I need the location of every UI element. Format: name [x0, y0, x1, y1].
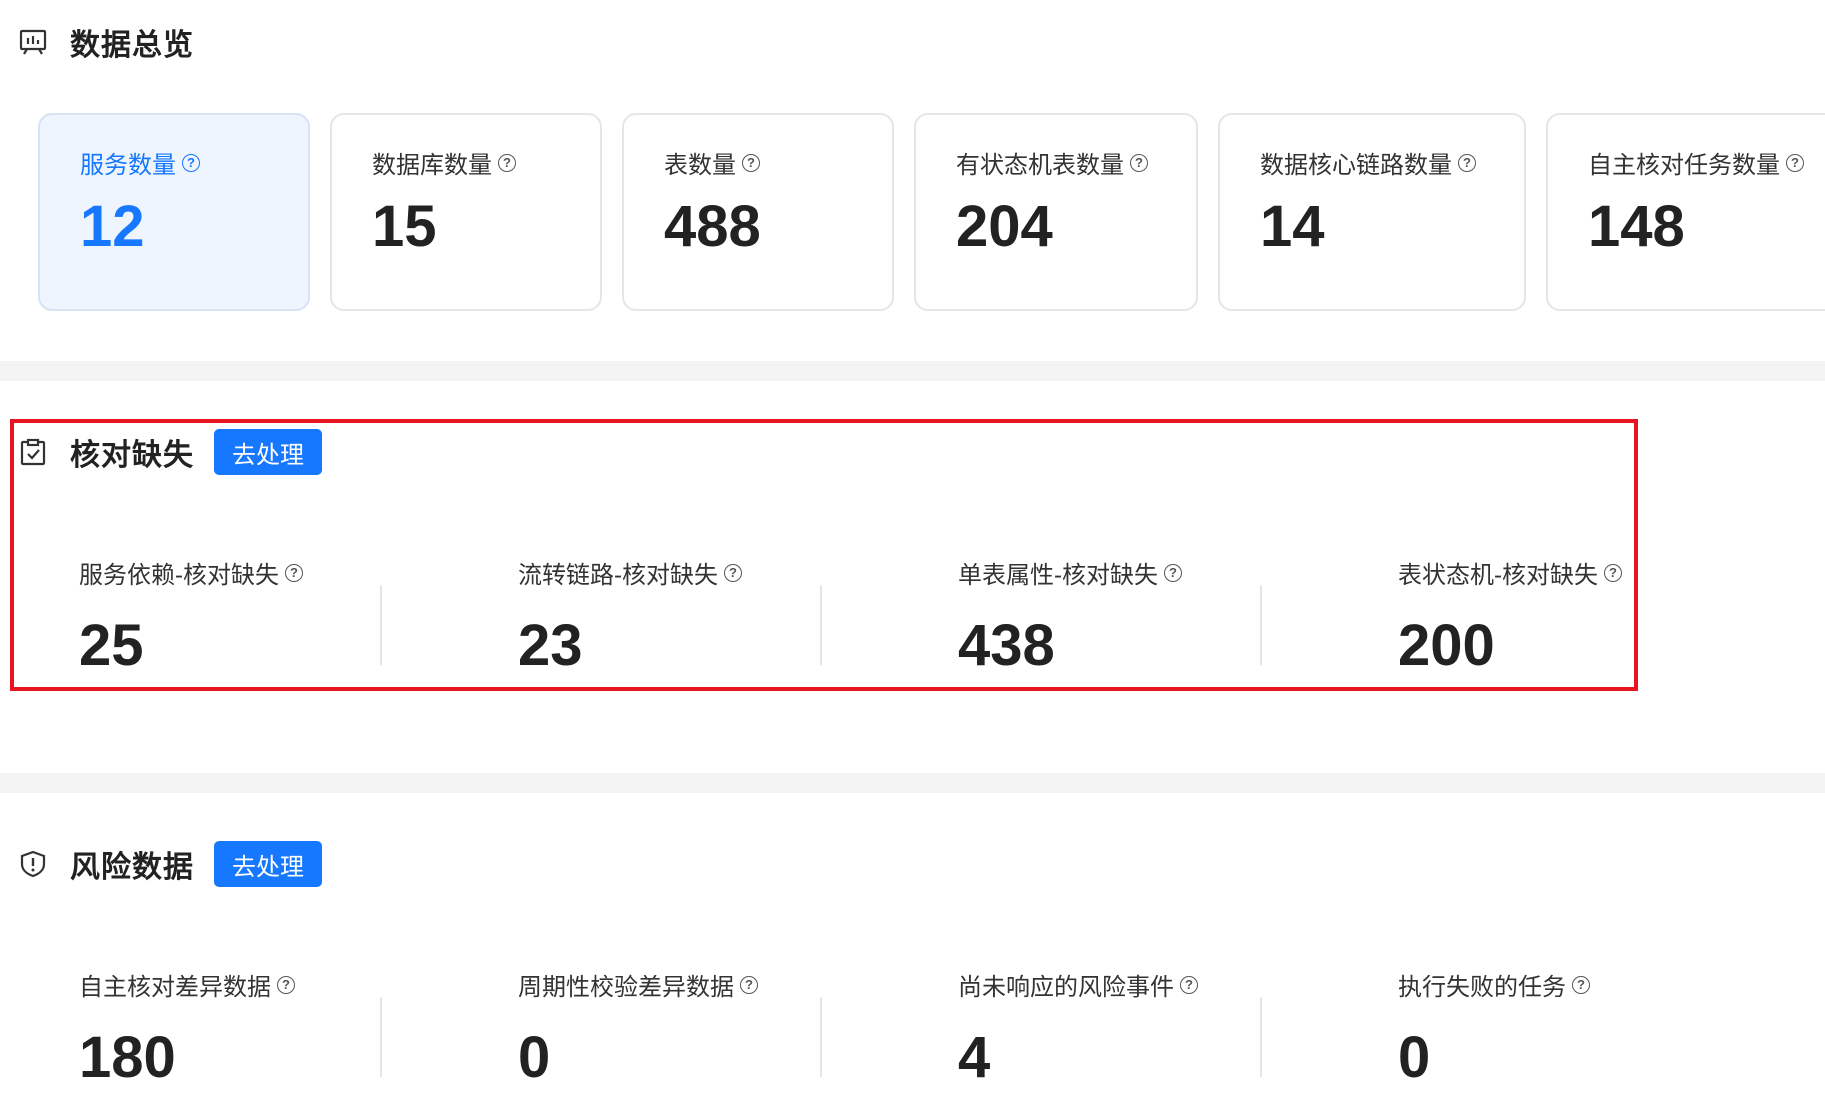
card-label: 表数量 ? — [664, 145, 760, 180]
help-icon[interactable]: ? — [1180, 975, 1198, 994]
missing-header: 核对缺失 去处理 — [18, 428, 322, 476]
stat-value: 180 — [79, 1025, 176, 1090]
stat-value: 0 — [1398, 1025, 1431, 1090]
stat-value: 200 — [1398, 613, 1495, 678]
card-label-text: 表数量 — [664, 152, 736, 179]
card-label: 服务数量 ? — [80, 145, 200, 180]
stat-label-text: 周期性校验差异数据 — [518, 974, 734, 1001]
help-icon[interactable]: ? — [277, 975, 295, 994]
risk-title: 风险数据 — [70, 851, 194, 884]
help-icon[interactable]: ? — [740, 975, 758, 994]
stat-label: 服务依赖-核对缺失 ? — [79, 555, 479, 590]
card-value: 488 — [664, 194, 761, 259]
card-state-machine-table-count[interactable]: 有状态机表数量 ? 204 — [914, 113, 1198, 311]
stat-label-text: 服务依赖-核对缺失 — [79, 562, 279, 589]
card-label: 数据库数量 ? — [372, 145, 516, 180]
card-value: 12 — [80, 194, 145, 259]
risk-process-button[interactable]: 去处理 — [214, 841, 322, 887]
card-value: 204 — [956, 194, 1053, 259]
card-service-count[interactable]: 服务数量 ? 12 — [38, 113, 310, 311]
help-icon[interactable]: ? — [742, 153, 760, 172]
stat-value: 4 — [958, 1025, 991, 1090]
shield-alert-icon — [18, 849, 48, 879]
stat-value: 0 — [518, 1025, 551, 1090]
stat-label: 自主核对差异数据 ? — [79, 967, 479, 1002]
stat-flow-link-missing[interactable]: 流转链路-核对缺失 ? 23 — [518, 555, 918, 679]
stat-table-state-machine-missing[interactable]: 表状态机-核对缺失 ? 200 — [1398, 555, 1798, 679]
help-icon[interactable]: ? — [724, 563, 742, 582]
card-self-check-task-count[interactable]: 自主核对任务数量 ? 148 — [1546, 113, 1825, 311]
card-value: 15 — [372, 194, 437, 259]
stat-self-check-diff[interactable]: 自主核对差异数据 ? 180 — [79, 967, 479, 1091]
stat-label: 流转链路-核对缺失 ? — [518, 555, 918, 590]
help-icon[interactable]: ? — [1786, 153, 1804, 172]
stat-divider — [820, 997, 822, 1077]
clipboard-check-icon — [18, 437, 48, 467]
card-label: 自主核对任务数量 ? — [1588, 145, 1804, 180]
section-divider — [0, 361, 1825, 381]
stat-divider — [380, 997, 382, 1077]
stat-label-text: 流转链路-核对缺失 — [518, 562, 718, 589]
stat-label: 周期性校验差异数据 ? — [518, 967, 918, 1002]
missing-title: 核对缺失 — [70, 439, 194, 472]
stat-divider — [380, 585, 382, 665]
stat-label-text: 单表属性-核对缺失 — [958, 562, 1158, 589]
stat-label-text: 表状态机-核对缺失 — [1398, 562, 1598, 589]
stat-value: 23 — [518, 613, 583, 678]
stat-unresponded-risk-events[interactable]: 尚未响应的风险事件 ? 4 — [958, 967, 1358, 1091]
card-table-count[interactable]: 表数量 ? 488 — [622, 113, 894, 311]
card-label-text: 有状态机表数量 — [956, 152, 1124, 179]
help-icon[interactable]: ? — [182, 153, 200, 172]
stat-divider — [820, 585, 822, 665]
overview-header: 数据总览 — [18, 18, 194, 66]
stat-label-text: 尚未响应的风险事件 — [958, 974, 1174, 1001]
stat-label: 表状态机-核对缺失 ? — [1398, 555, 1798, 590]
monitor-chart-icon — [18, 27, 48, 57]
stat-label-text: 自主核对差异数据 — [79, 974, 271, 1001]
help-icon[interactable]: ? — [498, 153, 516, 172]
stat-periodic-check-diff[interactable]: 周期性校验差异数据 ? 0 — [518, 967, 918, 1091]
stat-label-text: 执行失败的任务 — [1398, 974, 1566, 1001]
card-label-text: 数据核心链路数量 — [1260, 152, 1452, 179]
card-value: 14 — [1260, 194, 1325, 259]
card-label-text: 自主核对任务数量 — [1588, 152, 1780, 179]
help-icon[interactable]: ? — [1458, 153, 1476, 172]
section-divider — [0, 773, 1825, 793]
card-label-text: 数据库数量 — [372, 152, 492, 179]
stat-single-table-attr-missing[interactable]: 单表属性-核对缺失 ? 438 — [958, 555, 1358, 679]
risk-header: 风险数据 去处理 — [18, 840, 322, 888]
stat-divider — [1260, 997, 1262, 1077]
stat-value: 438 — [958, 613, 1055, 678]
help-icon[interactable]: ? — [1130, 153, 1148, 172]
stat-label: 单表属性-核对缺失 ? — [958, 555, 1358, 590]
help-icon[interactable]: ? — [1604, 563, 1622, 582]
help-icon[interactable]: ? — [1572, 975, 1590, 994]
stat-label: 尚未响应的风险事件 ? — [958, 967, 1358, 1002]
stat-value: 25 — [79, 613, 144, 678]
help-icon[interactable]: ? — [285, 563, 303, 582]
card-database-count[interactable]: 数据库数量 ? 15 — [330, 113, 602, 311]
missing-process-button[interactable]: 去处理 — [214, 429, 322, 475]
stat-service-dependency-missing[interactable]: 服务依赖-核对缺失 ? 25 — [79, 555, 479, 679]
card-label: 数据核心链路数量 ? — [1260, 145, 1476, 180]
card-value: 148 — [1588, 194, 1685, 259]
help-icon[interactable]: ? — [1164, 563, 1182, 582]
card-core-link-count[interactable]: 数据核心链路数量 ? 14 — [1218, 113, 1526, 311]
stat-label: 执行失败的任务 ? — [1398, 967, 1798, 1002]
overview-title: 数据总览 — [70, 29, 194, 62]
stat-divider — [1260, 585, 1262, 665]
stat-failed-tasks[interactable]: 执行失败的任务 ? 0 — [1398, 967, 1798, 1091]
card-label-text: 服务数量 — [80, 152, 176, 179]
card-label: 有状态机表数量 ? — [956, 145, 1148, 180]
